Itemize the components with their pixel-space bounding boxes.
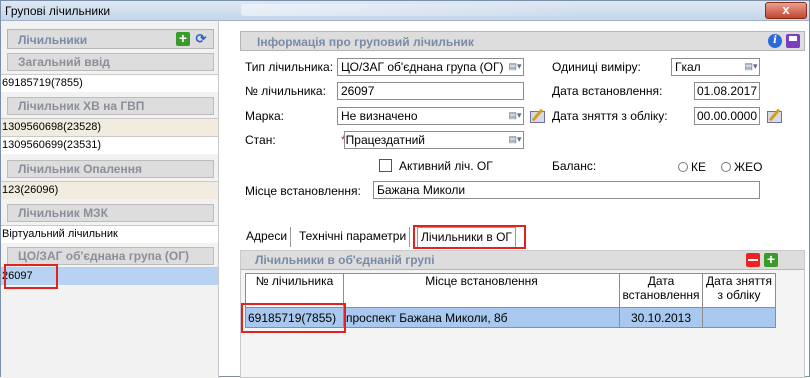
highlight-frame	[413, 225, 526, 249]
plus-icon[interactable]: +	[176, 31, 190, 46]
refresh-icon[interactable]: ⟳	[194, 32, 208, 46]
balance-radio-ke[interactable]	[678, 162, 688, 172]
cell-location[interactable]: проспект Бажана Миколи, 8б	[343, 307, 620, 328]
calendar-icon[interactable]	[765, 108, 783, 124]
edit-brand-icon[interactable]	[528, 108, 546, 124]
list-item[interactable]: 69185719(7855)	[1, 74, 218, 92]
highlight-frame	[241, 303, 346, 333]
highlight-frame	[4, 264, 58, 289]
location-label: Місце встановлення:	[245, 184, 361, 198]
removal-date-label: Дата зняття з обліку:	[552, 109, 668, 123]
info-header: Інформація про груповий лічильник i	[240, 31, 805, 51]
group-header[interactable]: Лічильник ХВ на ГВП	[7, 97, 214, 115]
dropdown-icon[interactable]: ▤▾	[744, 60, 758, 74]
cell-removal-date[interactable]	[702, 307, 776, 328]
tab-addresses[interactable]: Адреси	[243, 227, 292, 247]
close-button[interactable]: x	[765, 2, 807, 19]
window: Групові лічильники x Лічильники + ⟳ Зага…	[0, 0, 810, 378]
units-select[interactable]: Гкал ▤▾	[671, 58, 760, 76]
brand-value: Не визначено	[341, 109, 418, 123]
balance-option-zheo: ЖЕО	[734, 160, 763, 174]
balance-label: Баланс:	[552, 159, 597, 173]
state-value: Працездатний	[345, 133, 425, 147]
title-bar[interactable]: Групові лічильники x	[1, 1, 809, 21]
removal-date-input[interactable]: 00.00.0000	[694, 107, 760, 125]
og-header: Лічильники в об'єднаній групі +	[241, 251, 804, 270]
column-header[interactable]: Дата зняття з обліку	[702, 273, 776, 308]
column-header[interactable]: Дата встановлення	[619, 273, 703, 308]
info-title: Інформація про груповий лічильник	[257, 35, 474, 49]
balance-option-ke: КЕ	[691, 160, 706, 174]
plus-icon[interactable]: +	[764, 252, 778, 267]
number-label: № лічильника:	[245, 84, 326, 98]
balance-radio-zheo[interactable]	[721, 162, 731, 172]
active-label: Активний ліч. ОГ	[399, 159, 493, 173]
og-title: Лічильники в об'єднаній групі	[255, 253, 435, 267]
install-date-input[interactable]: 01.08.2017	[694, 82, 760, 100]
main-panel: Інформація про груповий лічильник i Тип …	[239, 31, 807, 378]
dropdown-icon[interactable]: ▤▾	[508, 109, 522, 123]
type-select[interactable]: ЦО/ЗАГ об'єднана група (ОГ) ▤▾	[337, 58, 524, 76]
list-item[interactable]: 1309560698(23528)	[1, 118, 218, 136]
active-checkbox[interactable]	[379, 159, 392, 172]
tab-bar: Адреси Технічні параметри Лічильники в О…	[239, 225, 807, 249]
cell-install-date[interactable]: 30.10.2013	[619, 307, 703, 328]
column-header[interactable]: Місце встановлення	[343, 273, 620, 308]
number-input[interactable]: 26097	[337, 82, 524, 100]
window-title: Групові лічильники	[5, 4, 111, 18]
brand-select[interactable]: Не визначено ▤▾	[337, 107, 524, 125]
minus-icon[interactable]	[746, 253, 760, 267]
title-bar-overlay	[241, 4, 581, 16]
dropdown-icon[interactable]: ▤▾	[508, 133, 522, 147]
units-label: Одиниці виміру:	[552, 60, 641, 74]
units-value: Гкал	[675, 60, 701, 74]
list-item[interactable]: 123(26096)	[1, 181, 218, 199]
sidebar-title: Лічильники	[18, 33, 88, 47]
list-item[interactable]: 1309560699(23531)	[1, 136, 218, 154]
info-icon[interactable]: i	[768, 34, 782, 48]
brand-label: Марка:	[245, 109, 284, 123]
group-header[interactable]: Лічильник Опалення	[7, 160, 214, 178]
group-header[interactable]: Лічильник МЗК	[7, 204, 214, 222]
state-label: Стан:	[245, 133, 276, 147]
dropdown-icon[interactable]: ▤▾	[508, 60, 522, 74]
counters-sidebar: Лічильники + ⟳ Загальний ввід 69185719(7…	[1, 21, 219, 378]
install-date-label: Дата встановлення:	[552, 84, 663, 98]
sidebar-header: Лічильники + ⟳	[7, 29, 214, 49]
list-item[interactable]: Віртуальний лічильник	[1, 225, 218, 243]
location-input[interactable]: Бажана Миколи	[373, 181, 760, 199]
group-header[interactable]: ЦО/ЗАГ об'єднана група (ОГ)	[7, 247, 214, 265]
group-header[interactable]: Загальний ввід	[7, 53, 214, 71]
og-counters-panel: Лічильники в об'єднаній групі + № лічиль…	[240, 250, 805, 378]
type-label: Тип лічильника:	[245, 60, 334, 74]
state-select[interactable]: *Працездатний ▤▾	[337, 131, 524, 149]
save-icon[interactable]	[786, 34, 800, 48]
tab-technical-params[interactable]: Технічні параметри	[296, 227, 411, 247]
type-value: ЦО/ЗАГ об'єднана група (ОГ)	[341, 60, 504, 74]
